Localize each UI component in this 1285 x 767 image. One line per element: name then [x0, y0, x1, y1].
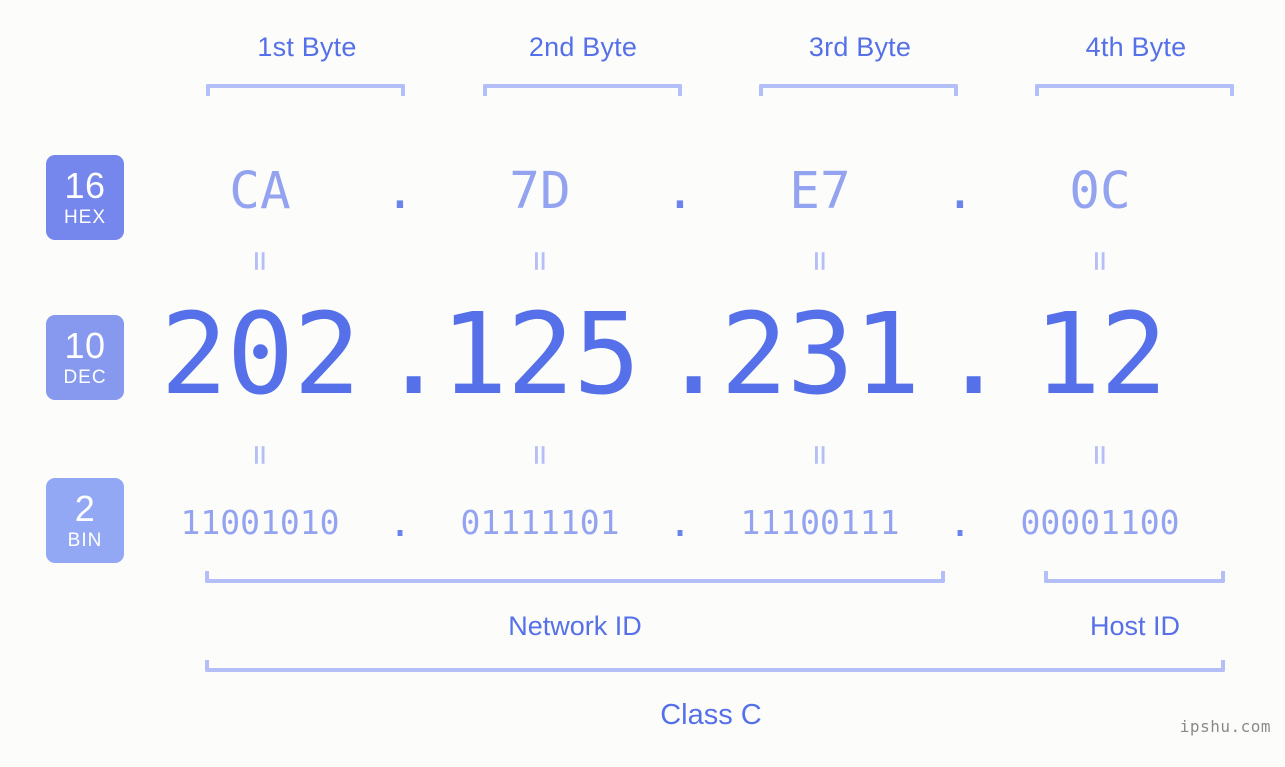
byte-header-4: 4th Byte: [1085, 32, 1187, 62]
hex-separator-3: .: [944, 162, 976, 221]
class-bracket: [205, 660, 1225, 672]
ip-address-breakdown-diagram: 1st Byte 2nd Byte 3rd Byte 4th Byte 16 H…: [0, 0, 1285, 767]
dec-separator-3: .: [940, 290, 1007, 420]
byte-bracket-3: [759, 84, 958, 96]
radix-badge-bin: 2 BIN: [46, 478, 124, 563]
bin-byte-4: 00001100: [1020, 503, 1180, 542]
radix-badge-dec-name: DEC: [63, 367, 107, 388]
hex-separator-2: .: [664, 162, 696, 221]
byte-header-3: 3rd Byte: [808, 32, 912, 62]
dec-separator-2: .: [660, 290, 727, 420]
radix-badge-hex-name: HEX: [63, 207, 107, 228]
class-label: Class C: [660, 699, 762, 731]
host-id-bracket: [1044, 571, 1225, 583]
site-watermark: ipshu.com: [1179, 717, 1271, 736]
equals-markers-dec-bin: = = = =: [140, 438, 1260, 472]
radix-badge-bin-name: BIN: [67, 530, 103, 551]
host-id-label: Host ID: [1089, 611, 1181, 641]
bin-separator-2: .: [667, 500, 693, 546]
bin-value-row: 11001010 . 01111101 . 11100111 . 0000110…: [140, 492, 1260, 554]
hex-separator-1: .: [384, 162, 416, 221]
bin-byte-1: 11001010: [180, 503, 340, 542]
equals-markers-hex-dec: = = = =: [140, 244, 1260, 278]
bin-separator-3: .: [947, 500, 973, 546]
byte-header-2: 2nd Byte: [528, 32, 638, 62]
network-id-bracket: [205, 571, 945, 583]
radix-badge-hex: 16 HEX: [46, 155, 124, 240]
network-id-label: Network ID: [508, 611, 642, 641]
radix-badge-bin-number: 2: [74, 488, 96, 529]
bin-byte-2: 01111101: [460, 503, 620, 542]
dec-separator-1: .: [380, 290, 447, 420]
radix-badge-dec-number: 10: [64, 325, 106, 366]
radix-badge-dec: 10 DEC: [46, 315, 124, 400]
byte-bracket-2: [483, 84, 682, 96]
byte-header-1: 1st Byte: [257, 32, 357, 62]
bin-separator-1: .: [387, 500, 413, 546]
radix-badge-hex-number: 16: [64, 165, 106, 206]
byte-bracket-4: [1035, 84, 1234, 96]
bin-byte-3: 11100111: [740, 503, 900, 542]
byte-bracket-1: [206, 84, 405, 96]
